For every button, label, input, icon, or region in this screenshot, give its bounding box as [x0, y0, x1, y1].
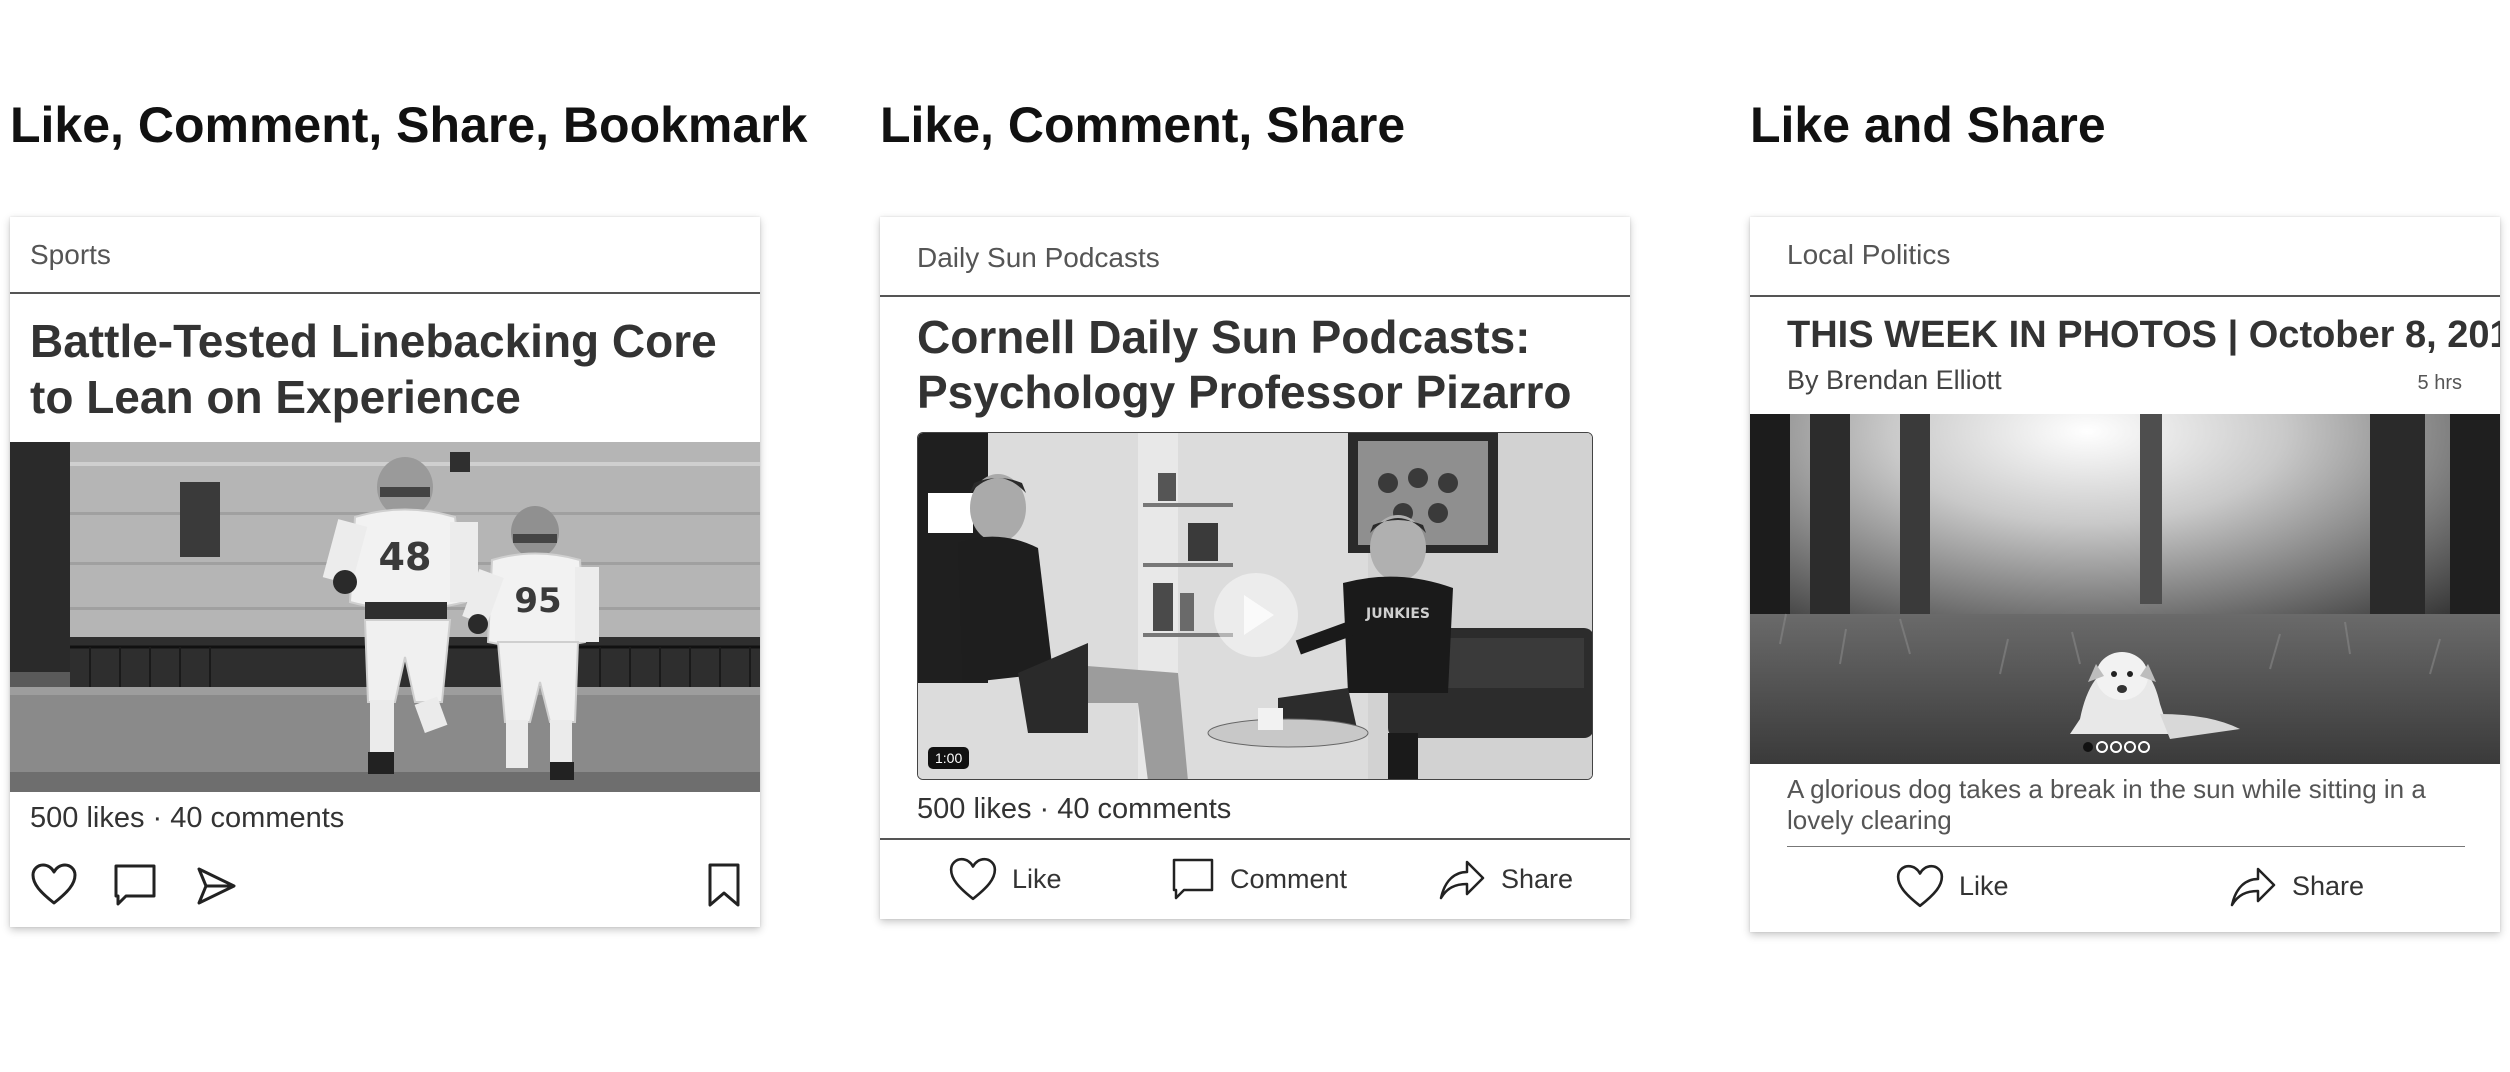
- section-label[interactable]: Local Politics: [1787, 239, 1950, 271]
- card-header: Local Politics: [1750, 217, 2500, 297]
- like-button[interactable]: Like: [1895, 863, 2009, 909]
- column-title-1: Like, Comment, Share, Bookmark: [10, 97, 808, 153]
- comment-bubble-icon[interactable]: [112, 862, 158, 908]
- article-headline[interactable]: Battle-Tested Linebacking Core to Lean o…: [30, 313, 730, 425]
- article-headline[interactable]: Cornell Daily Sun Podcasts: Psychology P…: [917, 310, 1607, 420]
- bookmark-icon[interactable]: [706, 862, 742, 908]
- share-button[interactable]: Share: [1437, 856, 1573, 902]
- video-player[interactable]: JUNKIES 1:00: [917, 432, 1593, 780]
- jersey-number-95: 95: [514, 581, 561, 621]
- byline[interactable]: By Brendan Elliott: [1787, 365, 2002, 396]
- heart-icon: [1896, 864, 1944, 908]
- engagement-stats: 500 likes · 40 comments: [917, 793, 1232, 825]
- column-title-2: Like, Comment, Share: [880, 97, 1406, 153]
- heart-icon: [949, 857, 997, 901]
- like-heart-icon[interactable]: [30, 862, 78, 906]
- comment-button[interactable]: Comment: [1170, 856, 1347, 902]
- engagement-stats: 500 likes · 40 comments: [30, 802, 345, 834]
- card-header: Daily Sun Podcasts: [880, 217, 1630, 297]
- photo-carousel[interactable]: [1750, 414, 2500, 764]
- share-button[interactable]: Share: [2228, 863, 2364, 909]
- timestamp: 5 hrs: [2417, 372, 2462, 394]
- comment-label: Comment: [1230, 863, 1348, 894]
- like-button[interactable]: Like: [948, 856, 1062, 902]
- like-label: Like: [1959, 870, 2009, 901]
- actions-divider: [880, 838, 1630, 840]
- share-label: Share: [1501, 863, 1574, 894]
- video-duration-badge: 1:00: [928, 747, 970, 769]
- article-card-photos[interactable]: Local Politics THIS WEEK IN PHOTOS | Oct…: [1750, 217, 2500, 932]
- send-icon[interactable]: [194, 865, 238, 907]
- share-arrow-icon: [1439, 860, 1485, 900]
- card-header: Sports: [10, 217, 760, 294]
- football-photo: 48 95: [10, 442, 760, 792]
- caption-divider: [1787, 846, 2465, 847]
- article-photo[interactable]: 48 95: [10, 442, 760, 792]
- share-label: Share: [2292, 870, 2365, 901]
- dog-forest-photo: [1750, 414, 2500, 764]
- article-card-sports[interactable]: Sports Battle-Tested Linebacking Core to…: [10, 217, 760, 927]
- photo-caption: A glorious dog takes a break in the sun …: [1787, 774, 2426, 836]
- like-label: Like: [1012, 863, 1062, 894]
- column-title-3: Like and Share: [1750, 97, 2106, 153]
- jersey-number-48: 48: [379, 535, 432, 579]
- article-card-podcast[interactable]: Daily Sun Podcasts Cornell Daily Sun Pod…: [880, 217, 1630, 919]
- section-label[interactable]: Sports: [30, 239, 111, 271]
- comment-bubble-icon: [1172, 858, 1214, 900]
- podcast-video-frame: JUNKIES: [918, 433, 1592, 779]
- section-label[interactable]: Daily Sun Podcasts: [917, 242, 1160, 274]
- share-arrow-icon: [2230, 867, 2276, 907]
- article-headline[interactable]: THIS WEEK IN PHOTOS | October 8, 2017: [1787, 312, 2500, 358]
- svg-text:JUNKIES: JUNKIES: [1365, 606, 1430, 622]
